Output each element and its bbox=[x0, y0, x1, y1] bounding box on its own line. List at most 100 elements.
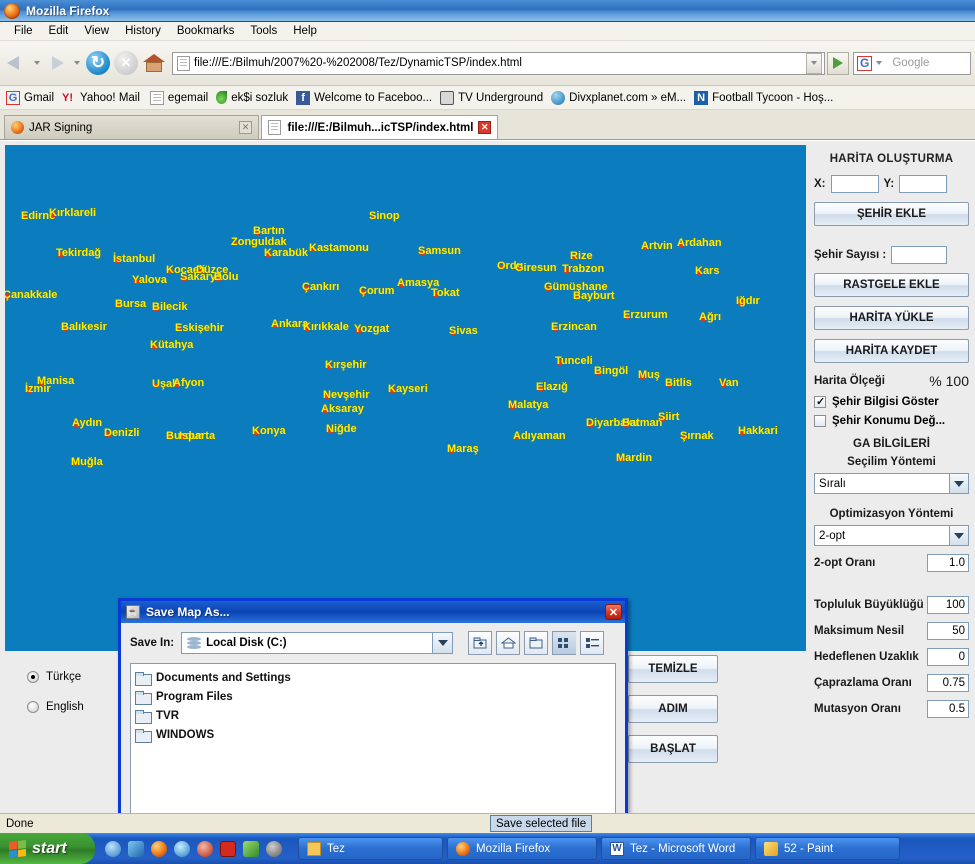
back-dropdown-icon[interactable] bbox=[34, 61, 40, 65]
param-input[interactable]: 0.5 bbox=[927, 700, 969, 718]
bookmark-tv-underground[interactable]: TV Underground bbox=[438, 90, 549, 105]
firefox-logo-icon bbox=[4, 2, 20, 19]
two-opt-ratio-label: 2-opt Oranı bbox=[814, 557, 876, 569]
bookmark-egemail[interactable]: egemail bbox=[146, 90, 214, 105]
url-dropdown-icon[interactable] bbox=[806, 52, 822, 74]
change-city-position-checkbox[interactable]: Şehir Konumu Değ... bbox=[814, 415, 969, 427]
list-item[interactable]: TVR bbox=[135, 706, 611, 725]
param-input[interactable]: 0.75 bbox=[927, 674, 969, 692]
chevron-down-icon[interactable] bbox=[949, 526, 968, 545]
bookmark-divxplanet[interactable]: Divxplanet.com » eM... bbox=[549, 90, 692, 105]
selection-method-select[interactable]: Sıralı bbox=[814, 473, 969, 494]
taskbar-item-word[interactable]: W Tez - Microsoft Word bbox=[601, 837, 751, 860]
home-icon[interactable] bbox=[496, 631, 521, 655]
bookmark-football-tycoon[interactable]: N Football Tycoon - Hoş... bbox=[692, 90, 839, 105]
param-input[interactable]: 0 bbox=[927, 648, 969, 666]
search-engine-dropdown-icon[interactable] bbox=[876, 61, 883, 65]
param-input[interactable]: 50 bbox=[927, 622, 969, 640]
map-canvas[interactable]: Edirne Kırklareli Sinop Bartın Zonguldak Kara… bbox=[5, 145, 806, 651]
param-label: Mutasyon Oranı bbox=[814, 703, 901, 715]
adim-button[interactable]: ADIM bbox=[628, 695, 718, 723]
stop-button[interactable] bbox=[114, 51, 138, 75]
param-row: Hedeflenen Uzaklık 0 bbox=[814, 648, 969, 666]
internet-explorer-icon[interactable] bbox=[105, 840, 121, 857]
show-city-info-checkbox[interactable]: Şehir Bilgisi Göster bbox=[814, 395, 969, 408]
two-opt-ratio-input[interactable]: 1.0 bbox=[927, 554, 969, 572]
search-bar[interactable]: G Google bbox=[853, 51, 971, 75]
messenger-icon[interactable] bbox=[243, 840, 259, 857]
new-folder-icon[interactable] bbox=[524, 631, 549, 655]
home-button[interactable] bbox=[142, 52, 166, 74]
load-map-button[interactable]: HARİTA YÜKLE bbox=[814, 306, 969, 330]
search-placeholder: Google bbox=[892, 57, 930, 69]
chevron-down-icon[interactable] bbox=[949, 474, 968, 493]
radio-english[interactable]: English bbox=[27, 701, 115, 713]
radio-icon[interactable] bbox=[27, 671, 39, 683]
nero-icon[interactable] bbox=[197, 840, 213, 857]
temizle-button[interactable]: TEMİZLE bbox=[628, 655, 718, 683]
city-label: Tunceli bbox=[555, 355, 593, 367]
start-button[interactable]: start bbox=[0, 833, 95, 864]
outlook-icon[interactable] bbox=[128, 840, 144, 857]
dialog-title: Save Map As... bbox=[146, 605, 230, 619]
city-label: Isparta bbox=[179, 430, 216, 442]
optimization-method-select[interactable]: 2-opt bbox=[814, 525, 969, 546]
y-label: Y: bbox=[883, 178, 895, 190]
movie-icon[interactable] bbox=[266, 840, 282, 857]
x-input[interactable] bbox=[830, 175, 879, 193]
media-player-icon[interactable] bbox=[174, 840, 190, 857]
up-folder-icon[interactable] bbox=[468, 631, 493, 655]
radio-icon[interactable] bbox=[27, 701, 39, 713]
firefox-icon[interactable] bbox=[151, 840, 167, 857]
radio-turkce[interactable]: Türkçe bbox=[27, 671, 115, 683]
tab-close-icon[interactable]: ✕ bbox=[239, 121, 252, 134]
menu-view[interactable]: View bbox=[76, 23, 117, 39]
chevron-down-icon[interactable] bbox=[432, 633, 453, 653]
reload-button[interactable] bbox=[86, 51, 110, 75]
tiles-view-icon[interactable] bbox=[552, 631, 577, 655]
menu-edit[interactable]: Edit bbox=[41, 23, 77, 39]
details-view-icon[interactable] bbox=[580, 631, 605, 655]
tab-label: file:///E:/Bilmuh...icTSP/index.html bbox=[287, 121, 474, 134]
tv-icon bbox=[440, 90, 455, 105]
tab-close-icon[interactable]: ✕ bbox=[478, 121, 491, 134]
save-map-button[interactable]: HARİTA KAYDET bbox=[814, 339, 969, 363]
y-input[interactable] bbox=[899, 175, 948, 193]
baslat-button[interactable]: BAŞLAT bbox=[628, 735, 718, 763]
tab-index-html[interactable]: file:///E:/Bilmuh...icTSP/index.html ✕ bbox=[261, 115, 498, 139]
bookmark-facebook[interactable]: f Welcome to Faceboo... bbox=[294, 90, 438, 105]
taskbar-item-tez[interactable]: Tez bbox=[298, 837, 443, 860]
calculator-icon[interactable] bbox=[220, 840, 236, 857]
checkbox-icon[interactable] bbox=[814, 395, 826, 408]
taskbar-item-firefox[interactable]: Mozilla Firefox bbox=[447, 837, 597, 860]
list-item[interactable]: Program Files bbox=[135, 687, 611, 706]
list-item[interactable]: Documents and Settings bbox=[135, 668, 611, 687]
bookmark-eksi-sozluk[interactable]: ek$i sozluk bbox=[214, 91, 294, 104]
forward-dropdown-icon[interactable] bbox=[74, 61, 80, 65]
bookmark-gmail[interactable]: G Gmail bbox=[4, 90, 60, 105]
save-in-select[interactable]: Local Disk (C:) bbox=[181, 632, 454, 654]
list-item[interactable]: WINDOWS bbox=[135, 725, 611, 744]
random-add-button[interactable]: RASTGELE EKLE bbox=[814, 273, 969, 297]
tab-jar-signing[interactable]: JAR Signing ✕ bbox=[4, 115, 259, 139]
menu-help[interactable]: Help bbox=[285, 23, 325, 39]
menu-file[interactable]: File bbox=[6, 23, 41, 39]
taskbar-item-paint[interactable]: 52 - Paint bbox=[755, 837, 900, 860]
menu-tools[interactable]: Tools bbox=[242, 23, 285, 39]
city-count-input[interactable] bbox=[891, 246, 948, 264]
back-button[interactable] bbox=[4, 50, 30, 76]
close-icon[interactable]: ✕ bbox=[605, 604, 622, 620]
menu-bookmarks[interactable]: Bookmarks bbox=[169, 23, 243, 39]
menu-history[interactable]: History bbox=[117, 23, 169, 39]
checkbox-icon[interactable] bbox=[814, 415, 826, 427]
file-list[interactable]: Documents and Settings Program Files TVR… bbox=[130, 663, 616, 829]
add-city-button[interactable]: ŞEHİR EKLE bbox=[814, 202, 969, 226]
city-label: Giresun bbox=[515, 262, 557, 274]
url-bar[interactable]: file:///E:/Bilmuh/2007%20-%202008/Tez/Dy… bbox=[172, 51, 825, 75]
status-bar: Done bbox=[0, 813, 975, 833]
forward-button[interactable] bbox=[44, 50, 70, 76]
go-button[interactable] bbox=[827, 51, 849, 75]
city-label: Van bbox=[719, 377, 739, 389]
bookmark-yahoo-mail[interactable]: Y! Yahoo! Mail bbox=[60, 91, 146, 105]
param-input[interactable]: 100 bbox=[927, 596, 969, 614]
